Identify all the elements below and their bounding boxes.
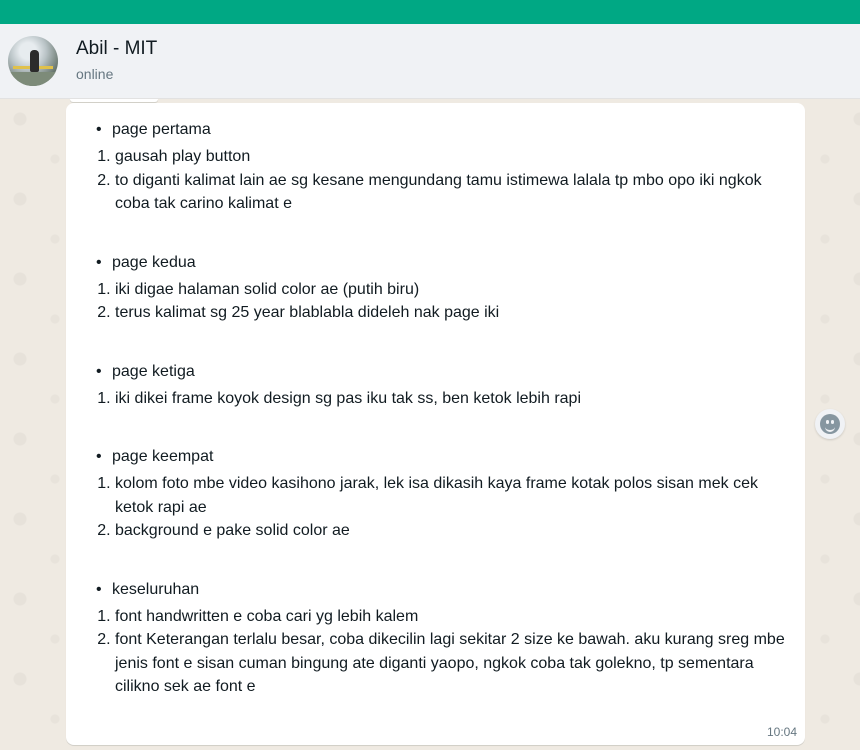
message-section: • page ketiga iki dikei frame koyok desig… — [96, 359, 796, 411]
numbered-list: gausah play button to diganti kalimat la… — [96, 145, 796, 216]
bullet: • — [96, 362, 102, 380]
section-title: • page kedua — [96, 250, 796, 276]
section-title-text: page keempat — [112, 448, 214, 465]
numbered-list: kolom foto mbe video kasihono jarak, lek… — [96, 472, 796, 543]
section-title: • page pertama — [96, 117, 796, 143]
section-title: • page ketiga — [96, 359, 796, 385]
section-title-text: page kedua — [112, 253, 196, 271]
list-item: gausah play button — [115, 145, 796, 169]
bullet: • — [96, 448, 102, 465]
app-top-bar — [0, 0, 860, 24]
bullet: • — [96, 121, 102, 138]
avatar-ground — [8, 72, 58, 86]
message-section: • page keempat kolom foto mbe video kasih… — [96, 444, 796, 543]
list-item: background e pake solid color ae — [115, 519, 796, 543]
numbered-list: iki digae halaman solid color ae (putih … — [96, 278, 796, 325]
contact-name[interactable]: Abil - MIT — [76, 38, 157, 60]
list-item: iki digae halaman solid color ae (putih … — [115, 278, 796, 302]
section-title: • page keempat — [96, 444, 796, 470]
list-item: font handwritten e coba cari yg lebih ka… — [115, 605, 796, 629]
list-item: font Keterangan terlalu besar, coba dike… — [115, 628, 796, 699]
list-item: kolom foto mbe video kasihono jarak, lek… — [115, 472, 796, 519]
section-title-text: keseluruhan — [112, 580, 200, 598]
numbered-list: font handwritten e coba cari yg lebih ka… — [96, 605, 796, 699]
emoji-icon — [820, 414, 840, 434]
bullet: • — [96, 580, 102, 598]
numbered-list: iki dikei frame koyok design sg pas iku … — [96, 387, 796, 411]
message-section: • page kedua iki digae halaman solid colo… — [96, 250, 796, 325]
message-section: • page pertama gausah play button to diga… — [96, 117, 796, 216]
list-item: to diganti kalimat lain ae sg kesane men… — [115, 169, 796, 216]
contact-status: online — [76, 66, 114, 82]
list-item: terus kalimat sg 25 year blablabla didel… — [115, 301, 796, 325]
reaction-emoji-button[interactable] — [815, 409, 845, 439]
message-bubble[interactable]: • page pertama gausah play button to diga… — [66, 103, 805, 745]
bullet: • — [96, 253, 102, 271]
avatar[interactable] — [8, 36, 58, 86]
section-title: • keseluruhan — [96, 577, 796, 603]
chat-header[interactable]: Abil - MIT online — [0, 24, 860, 99]
section-title-text: page ketiga — [112, 362, 195, 380]
emoji-mouth — [825, 425, 835, 432]
previous-message-bubble — [70, 99, 158, 102]
avatar-person — [30, 50, 39, 72]
list-item: iki dikei frame koyok design sg pas iku … — [115, 387, 796, 411]
message-timestamp: 10:04 — [766, 725, 797, 739]
message-text: • page pertama gausah play button to diga… — [96, 117, 796, 699]
message-section: • keseluruhan font handwritten e coba car… — [96, 577, 796, 699]
section-title-text: page pertama — [112, 121, 211, 138]
